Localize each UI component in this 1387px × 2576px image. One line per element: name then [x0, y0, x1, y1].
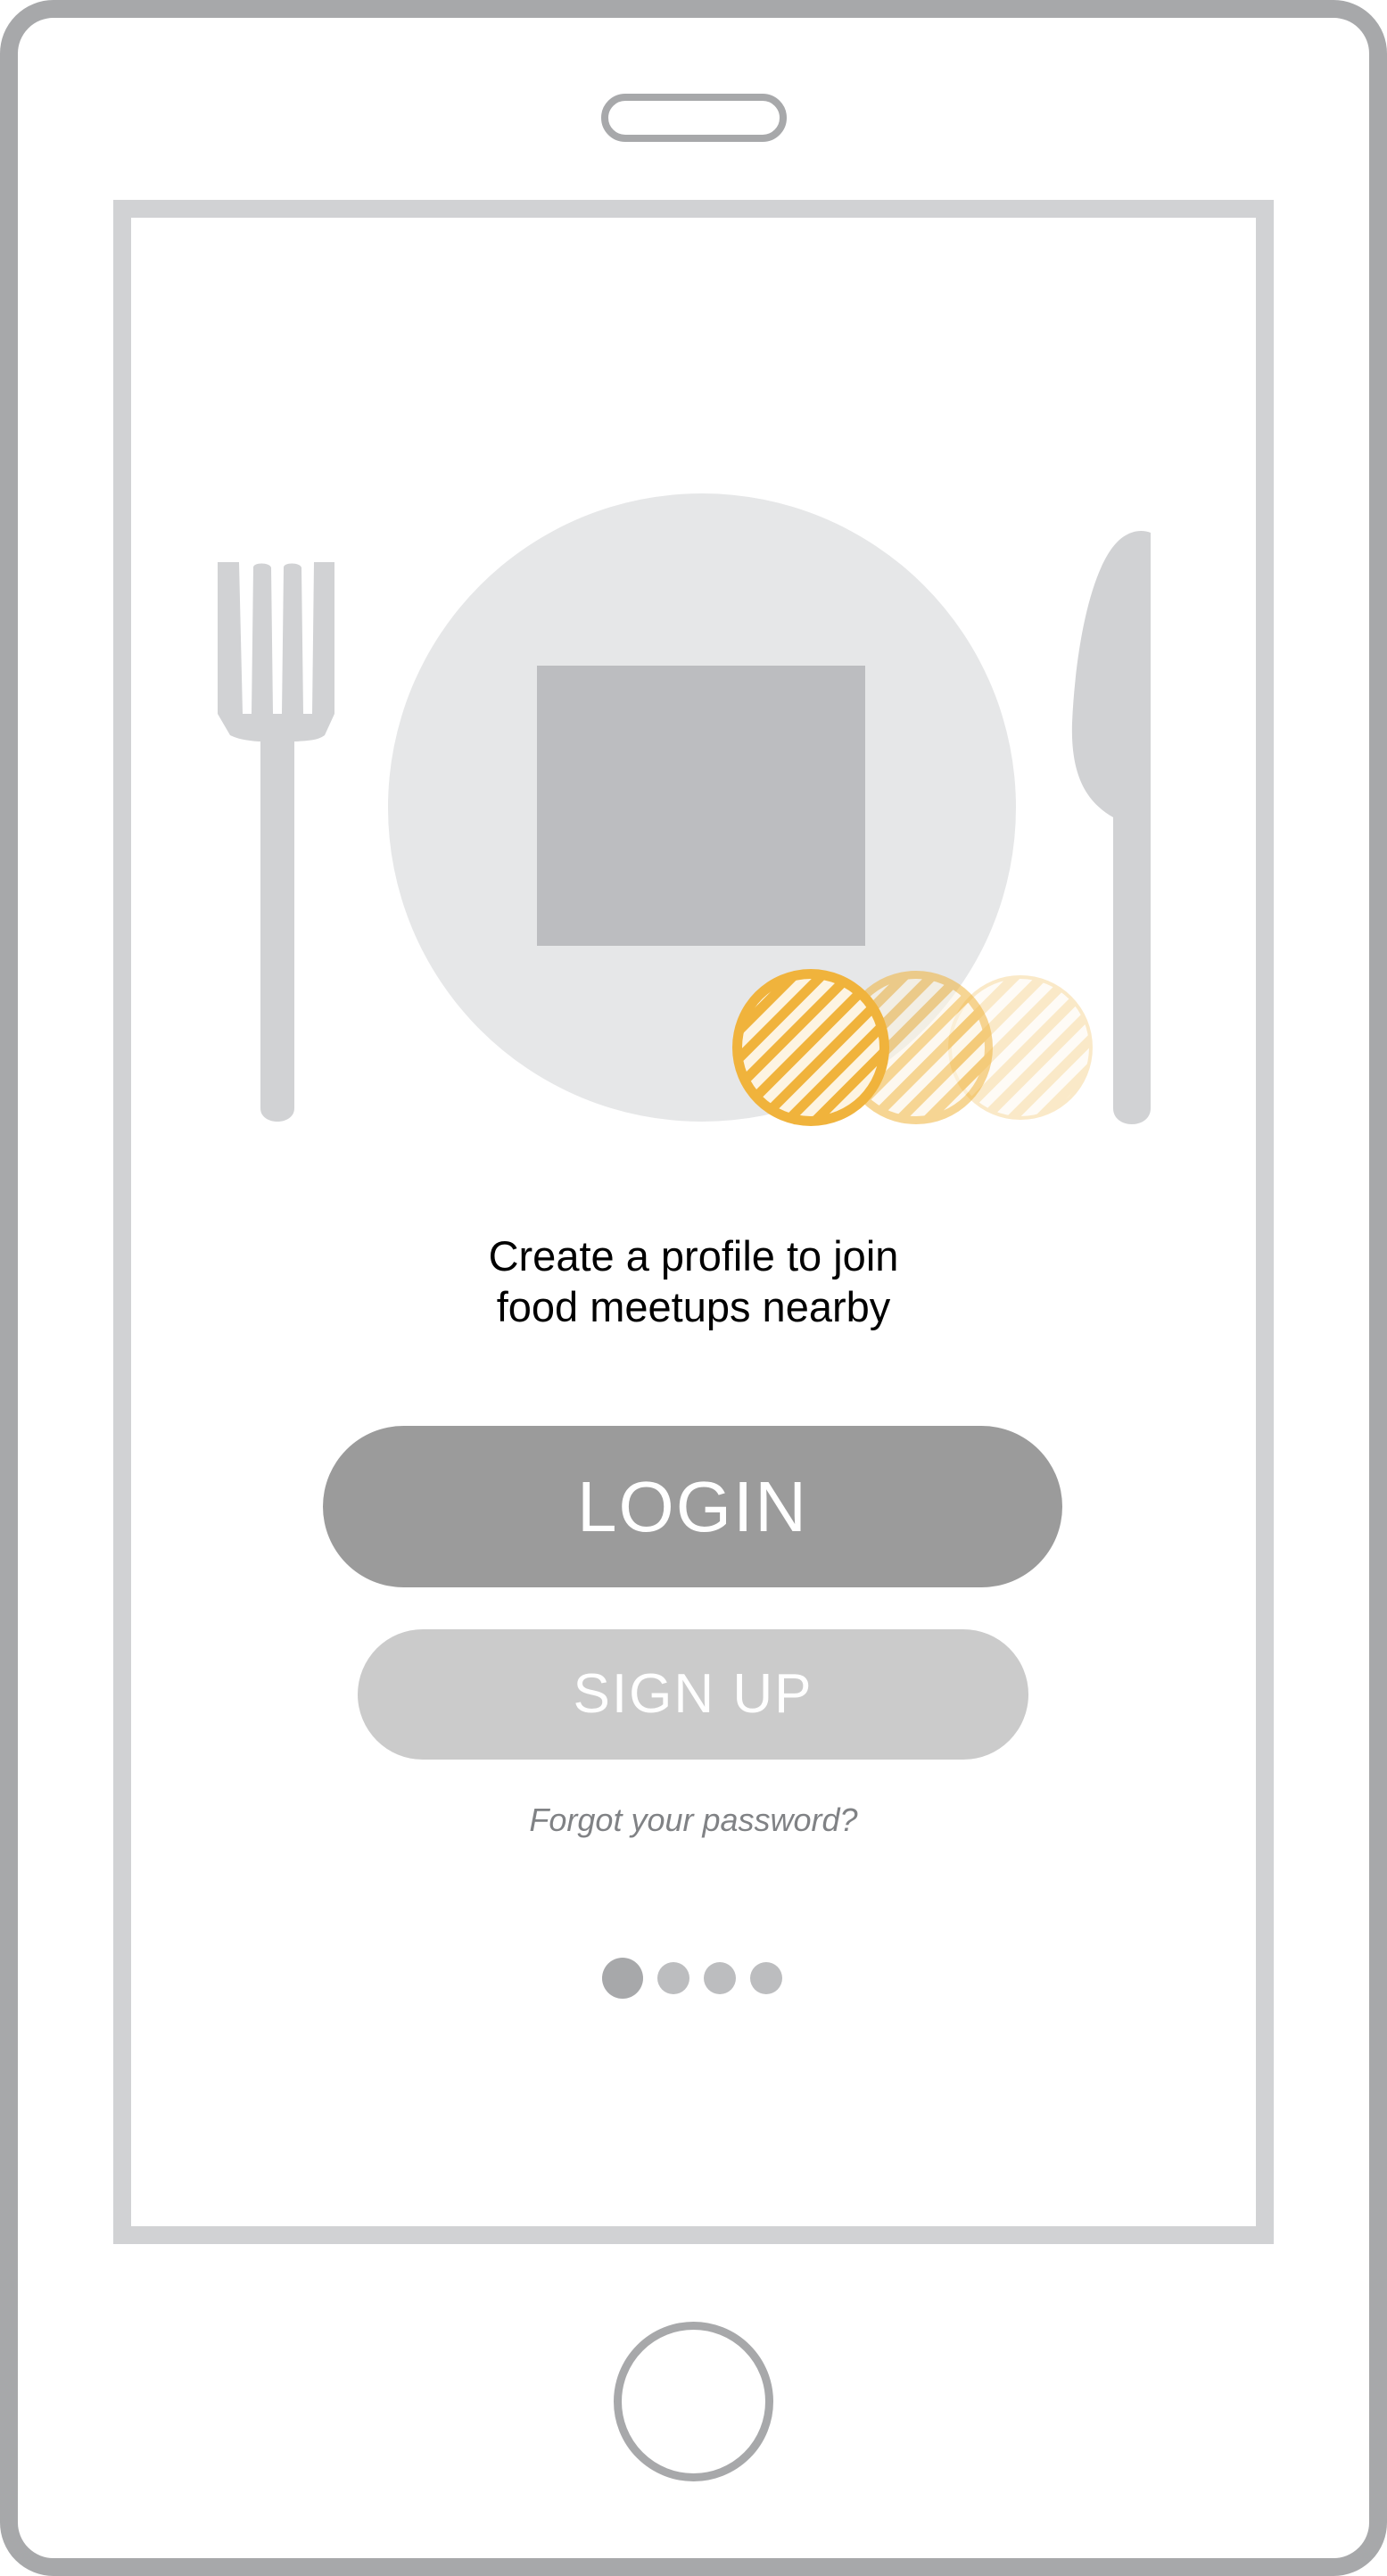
- speaker-grille: [601, 94, 787, 142]
- signup-button[interactable]: SIGN UP: [358, 1629, 1028, 1760]
- page-dot-3[interactable]: [704, 1962, 736, 1994]
- page-dot-2[interactable]: [657, 1962, 689, 1994]
- login-button[interactable]: LOGIN: [323, 1426, 1062, 1587]
- page-dot-1-active[interactable]: [602, 1958, 643, 1999]
- tagline-line-1: Create a profile to join: [488, 1232, 899, 1280]
- forgot-password-link[interactable]: Forgot your password?: [0, 1799, 1387, 1842]
- page-dot-4[interactable]: [750, 1962, 782, 1994]
- tagline: Create a profile to join food meetups ne…: [0, 1230, 1387, 1332]
- home-button[interactable]: [614, 2322, 773, 2481]
- app-screen: [113, 200, 1274, 2244]
- tagline-line-2: food meetups nearby: [496, 1283, 891, 1330]
